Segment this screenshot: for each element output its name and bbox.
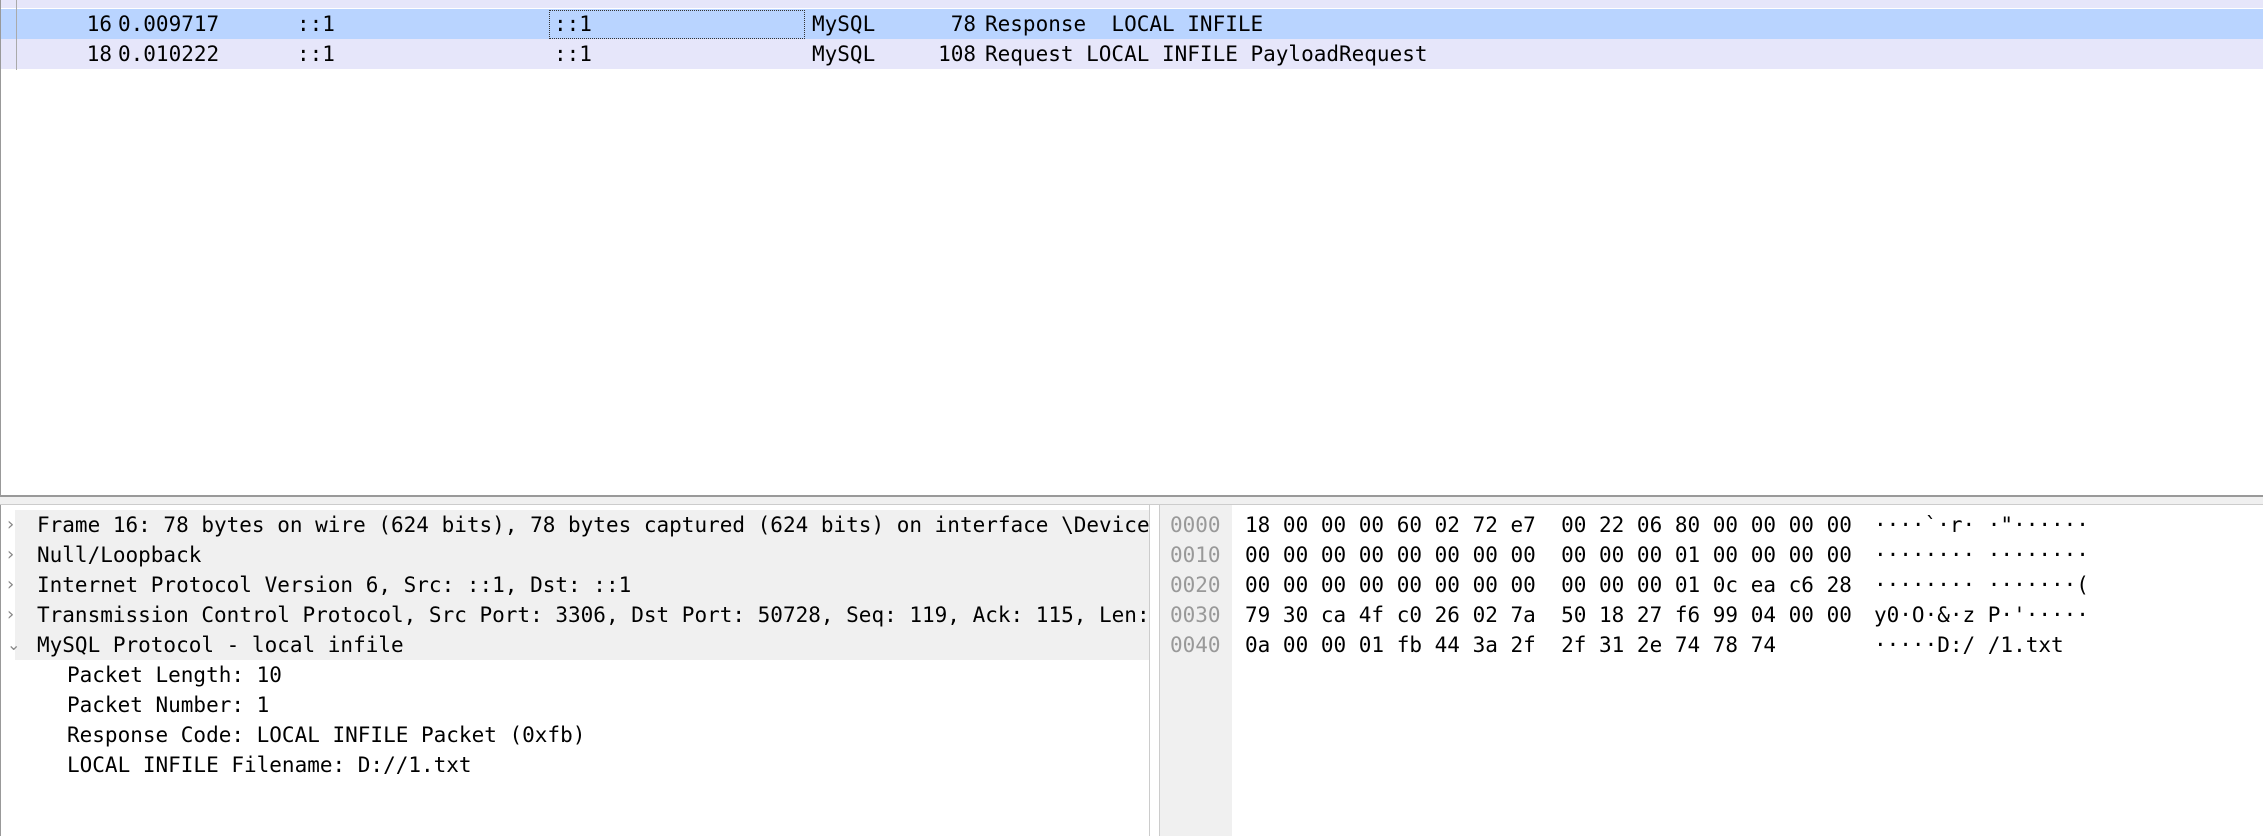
tree-item-packet-number[interactable]: Packet Number: 1	[15, 690, 1149, 720]
row-marker-line	[16, 0, 17, 70]
packet-time: 0.010222	[118, 42, 220, 66]
packet-source: ::1	[297, 42, 335, 66]
chevron-right-icon[interactable]: ›	[7, 510, 21, 540]
packet-protocol: MySQL	[812, 12, 876, 36]
packet-info: Response LOCAL INFILE	[985, 12, 1264, 36]
packet-length: 78	[950, 12, 976, 36]
tree-item-mysql[interactable]: ⌄ MySQL Protocol - local infile	[7, 630, 1149, 660]
tree-item-response-code[interactable]: Response Code: LOCAL INFILE Packet (0xfb…	[15, 720, 1149, 750]
packet-list[interactable]: 16 0.009717 ::1 ::1 MySQL 78 Response LO…	[0, 0, 2263, 495]
packet-no: 16	[86, 12, 112, 36]
packet-length: 108	[938, 42, 976, 66]
chevron-right-icon[interactable]: ›	[7, 540, 21, 570]
packet-row[interactable]: 18 0.010222 ::1 ::1 MySQL 108 Request LO…	[1, 39, 2263, 69]
tree-item-tcp[interactable]: › Transmission Control Protocol, Src Port…	[7, 600, 1149, 630]
packet-details-tree[interactable]: › Frame 16: 78 bytes on wire (624 bits), …	[0, 505, 1150, 836]
tree-item-ipv6[interactable]: › Internet Protocol Version 6, Src: ::1, …	[7, 570, 1149, 600]
packet-source: ::1	[297, 12, 335, 36]
chevron-right-icon[interactable]: ›	[7, 570, 21, 600]
tree-item-packet-length[interactable]: Packet Length: 10	[15, 660, 1149, 690]
packet-bytes-pane[interactable]: 0000 18 00 00 00 60 02 72 e7 00 22 06 80 …	[1159, 505, 2263, 836]
packet-row-partial[interactable]	[1, 0, 2263, 8]
tree-item-frame[interactable]: › Frame 16: 78 bytes on wire (624 bits), …	[7, 510, 1149, 540]
chevron-right-icon[interactable]: ›	[7, 600, 21, 630]
packet-no: 18	[86, 42, 112, 66]
tree-item-null-loopback[interactable]: › Null/Loopback	[7, 540, 1149, 570]
packet-info: Request LOCAL INFILE PayloadRequest	[985, 42, 1428, 66]
packet-destination: ::1	[554, 42, 592, 66]
packet-row[interactable]: 16 0.009717 ::1 ::1 MySQL 78 Response LO…	[1, 9, 2263, 39]
pane-splitter[interactable]	[0, 495, 2263, 505]
tree-item-infile-filename[interactable]: LOCAL INFILE Filename: D://1.txt	[15, 750, 1149, 780]
chevron-down-icon[interactable]: ⌄	[7, 630, 21, 660]
cell-focus-outline	[549, 10, 805, 39]
packet-protocol: MySQL	[812, 42, 876, 66]
packet-time: 0.009717	[118, 12, 220, 36]
